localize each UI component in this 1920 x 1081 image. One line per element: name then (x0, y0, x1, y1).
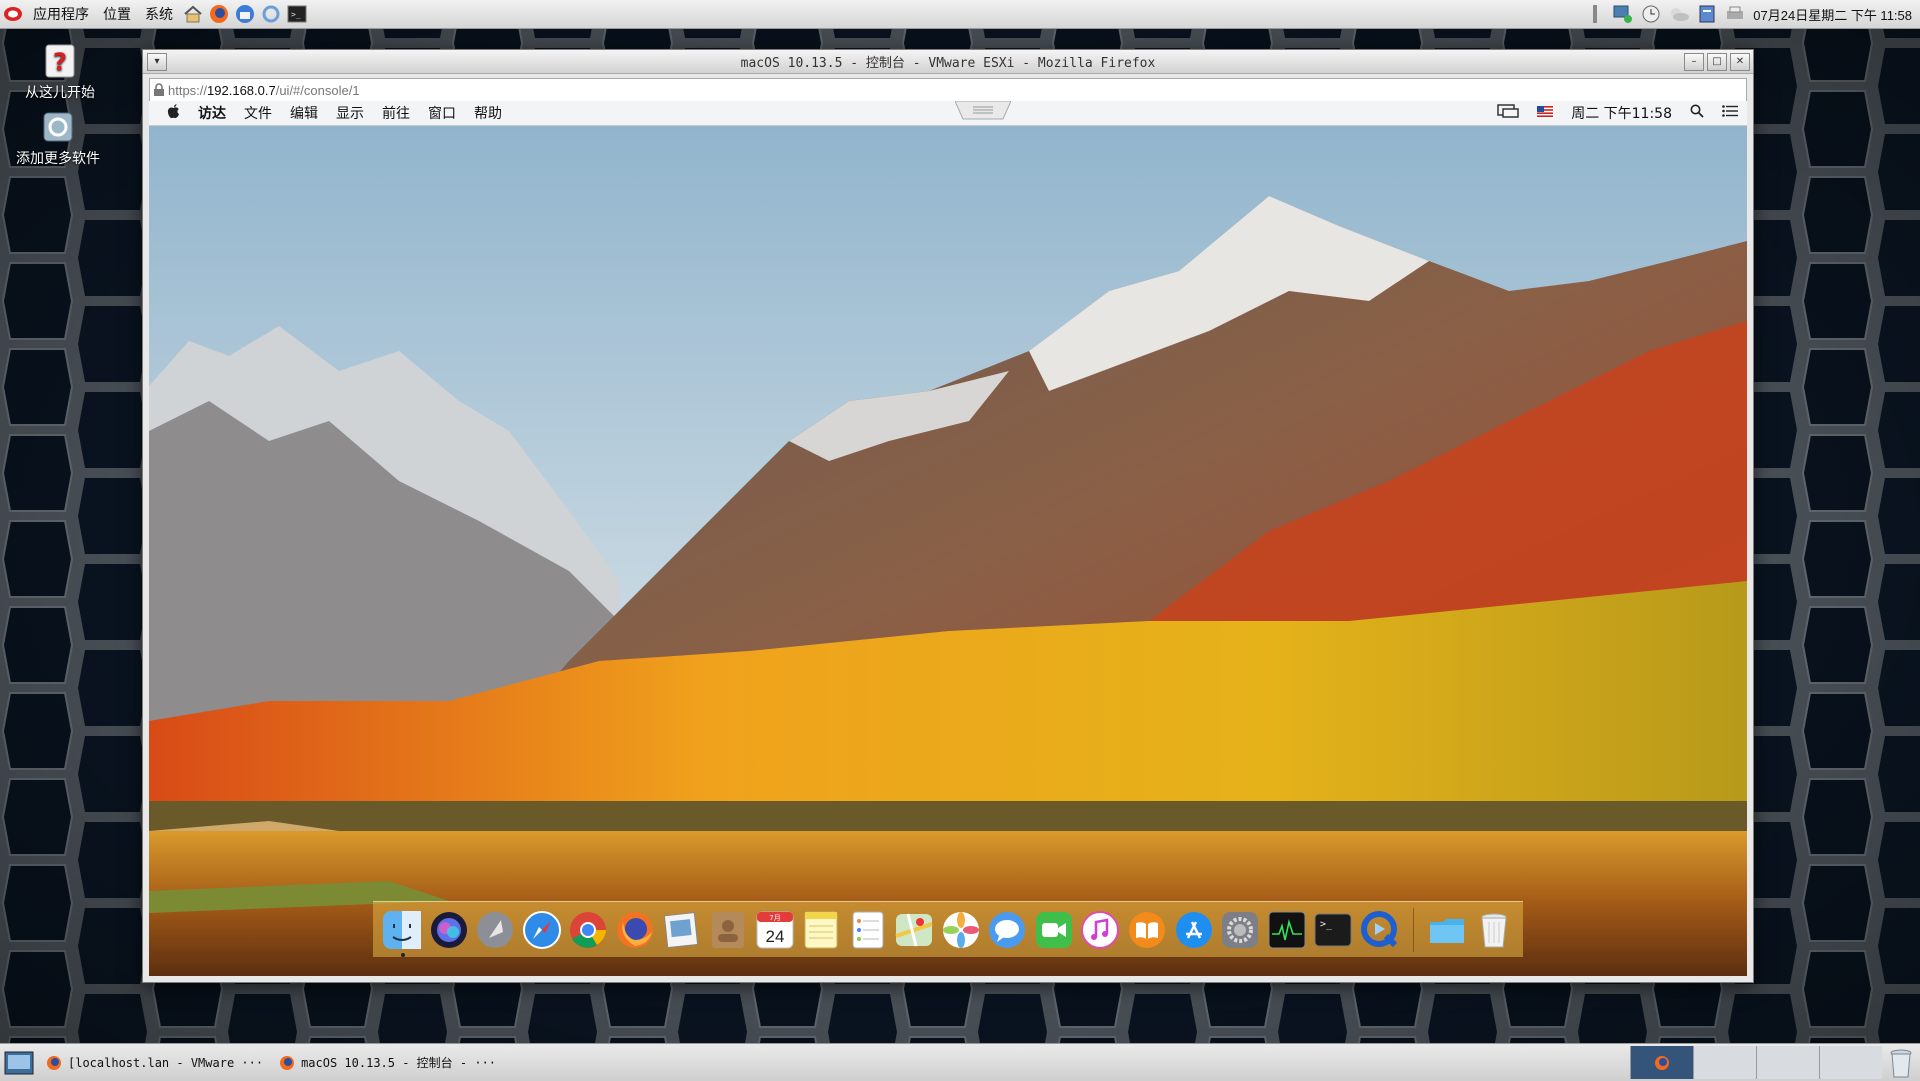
dock-preview-icon[interactable] (661, 909, 703, 951)
network-icon[interactable] (1611, 3, 1635, 25)
dock-quicktime-icon[interactable] (1359, 909, 1401, 951)
dock-notes-icon[interactable] (800, 909, 842, 951)
mac-menu-go[interactable]: 前往 (373, 103, 419, 123)
dock-reminders-icon[interactable] (847, 909, 889, 951)
svg-text:>_: >_ (291, 10, 301, 19)
minimize-button[interactable]: – (1684, 52, 1704, 71)
firefox-icon (280, 1055, 295, 1070)
maximize-button[interactable]: □ (1707, 52, 1727, 71)
dock-ibooks-icon[interactable] (1126, 909, 1168, 951)
weather-icon[interactable] (1667, 3, 1691, 25)
dock-trash-icon[interactable] (1473, 909, 1515, 951)
mac-wallpaper (149, 101, 1747, 976)
input-source-flag-icon[interactable] (1537, 105, 1554, 121)
dock-messages-icon[interactable] (987, 909, 1029, 951)
firefox-launcher-icon[interactable] (207, 3, 231, 25)
dock-activity-monitor-icon[interactable] (1266, 909, 1308, 951)
mac-clock[interactable]: 周二 下午11:58 (1571, 103, 1672, 123)
mac-dock: 7月 24 >_ (373, 901, 1523, 957)
terminal-launcher-icon[interactable]: >_ (285, 3, 309, 25)
taskbar-item-label: macOS 10.13.5 - 控制台 - ··· (301, 1056, 497, 1070)
window-titlebar[interactable]: ▾ macOS 10.13.5 - 控制台 - VMware ESXi - Mo… (143, 50, 1753, 74)
trash-applet-icon[interactable] (1882, 1049, 1920, 1077)
mac-menu-help[interactable]: 帮助 (465, 103, 511, 123)
printer-icon[interactable] (1723, 3, 1747, 25)
menu-applications[interactable]: 应用程序 (26, 4, 96, 24)
bottom-panel: [localhost.lan - VMware ··· macOS 10.13.… (0, 1043, 1920, 1081)
help-icon: ? (43, 44, 77, 78)
url-bar[interactable]: https://192.168.0.7/ui/#/console/1 (149, 78, 1747, 102)
taskbar-item-label: [localhost.lan - VMware ··· (68, 1055, 264, 1070)
dock-photos-icon[interactable] (940, 909, 982, 951)
close-button[interactable]: ✕ (1730, 52, 1750, 71)
top-panel: 应用程序 位置 系统 >_ 07月24日星期二 下午 11:58 (0, 0, 1920, 29)
workspace-4[interactable] (1819, 1046, 1882, 1079)
scroll-indicator-icon (1583, 3, 1607, 25)
add-software-icon (41, 110, 75, 144)
mac-menu-window[interactable]: 窗口 (419, 103, 465, 123)
console-toolbar-tab[interactable] (955, 101, 1011, 121)
mac-menu-file[interactable]: 文件 (235, 103, 281, 123)
distro-logo-icon[interactable] (1, 3, 25, 25)
url-path: /ui/#/console/1 (275, 82, 360, 98)
menu-places[interactable]: 位置 (96, 4, 138, 24)
dock-folder-icon[interactable] (1427, 909, 1469, 951)
desktop-icon-label: 添加更多软件 (16, 151, 100, 167)
dock-finder-icon[interactable] (382, 909, 424, 957)
display-mirror-icon[interactable] (1497, 104, 1519, 122)
menu-system[interactable]: 系统 (138, 4, 180, 24)
dock-safari-icon[interactable] (521, 909, 563, 951)
window-title: macOS 10.13.5 - 控制台 - VMware ESXi - Mozi… (740, 56, 1156, 71)
dock-chrome-icon[interactable] (568, 909, 610, 951)
notification-center-icon[interactable] (1722, 105, 1738, 121)
home-icon[interactable] (181, 3, 205, 25)
dock-launchpad-icon[interactable] (475, 909, 517, 951)
refresh-launcher-icon[interactable] (259, 3, 283, 25)
taskbar-item-vmware[interactable]: [localhost.lan - VMware ··· (38, 1049, 271, 1077)
calendar-day: 24 (765, 927, 784, 946)
clock-applet-icon[interactable] (1639, 3, 1663, 25)
dock-separator (1413, 907, 1415, 952)
dock-maps-icon[interactable] (894, 909, 936, 951)
workspace-2[interactable] (1693, 1046, 1756, 1079)
apple-menu-icon[interactable] (149, 103, 189, 123)
svg-text:>_: >_ (1320, 919, 1333, 930)
url-scheme: https:// (168, 82, 208, 98)
dock-terminal-icon[interactable]: >_ (1312, 909, 1354, 951)
svg-text:?: ? (53, 48, 67, 76)
dock-app-store-icon[interactable] (1173, 909, 1215, 951)
url-host: 192.168.0.7 (207, 82, 276, 98)
mac-menu-view[interactable]: 显示 (327, 103, 373, 123)
firefox-window: ▾ macOS 10.13.5 - 控制台 - VMware ESXi - Mo… (142, 49, 1754, 983)
taskbar-item-macos-console[interactable]: macOS 10.13.5 - 控制台 - ··· (271, 1049, 504, 1077)
firefox-icon (47, 1055, 61, 1070)
dock-contacts-icon[interactable] (707, 909, 749, 951)
desktop-icon-add-software[interactable]: 添加更多软件 (8, 110, 108, 168)
dock-system-preferences-icon[interactable] (1219, 909, 1261, 951)
running-indicator (400, 952, 405, 957)
updates-icon[interactable] (1695, 3, 1719, 25)
calendar-month: 7月 (769, 914, 780, 922)
mac-menu-finder[interactable]: 访达 (189, 103, 235, 123)
dock-firefox-icon[interactable] (614, 909, 656, 951)
lock-icon[interactable] (150, 83, 168, 97)
spotlight-icon[interactable] (1690, 104, 1704, 122)
dock-itunes-icon[interactable] (1080, 909, 1122, 951)
dock-facetime-icon[interactable] (1033, 909, 1075, 951)
workspace-3[interactable] (1756, 1046, 1819, 1079)
show-desktop-button[interactable] (0, 1049, 38, 1077)
desktop-icon-label: 从这儿开始 (25, 85, 95, 101)
mac-menubar: 访达 文件 编辑 显示 前往 窗口 帮助 周二 下午11:58 (149, 101, 1747, 126)
vm-console-screen[interactable]: 访达 文件 编辑 显示 前往 窗口 帮助 周二 下午11:58 7月 24 >_ (149, 101, 1747, 976)
thunderbird-launcher-icon[interactable] (233, 3, 257, 25)
dock-calendar-icon[interactable]: 7月 24 (754, 909, 796, 951)
dock-siri-icon[interactable] (428, 909, 470, 951)
mac-menu-edit[interactable]: 编辑 (281, 103, 327, 123)
desktop-icon-start-here[interactable]: ? 从这儿开始 (10, 44, 110, 102)
panel-clock[interactable]: 07月24日星期二 下午 11:58 (1749, 5, 1920, 24)
workspace-1[interactable] (1630, 1046, 1693, 1079)
workspace-switcher (1630, 1046, 1882, 1079)
